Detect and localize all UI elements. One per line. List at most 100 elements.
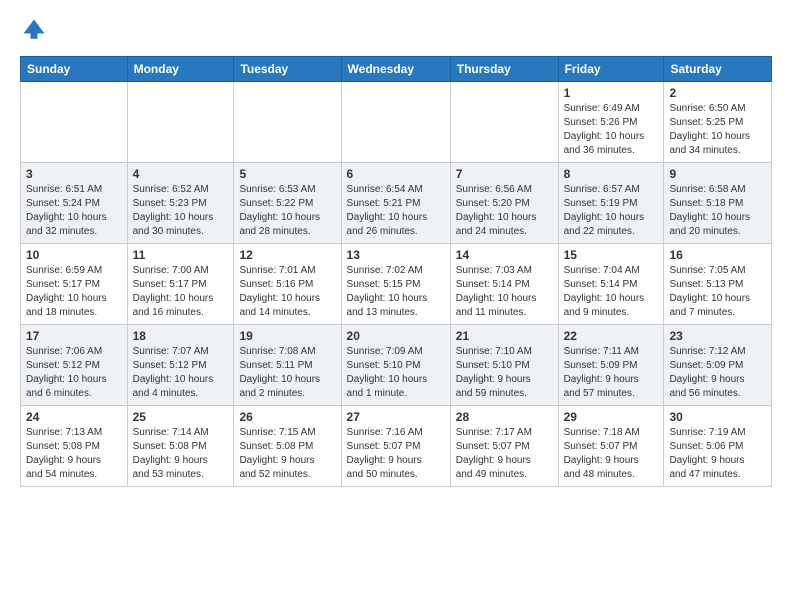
calendar-cell [234, 82, 341, 163]
calendar-cell: 25 Sunrise: 7:14 AM Sunset: 5:08 PM Dayli… [127, 406, 234, 487]
day-info: Sunrise: 7:08 AM Sunset: 5:11 PM Dayligh… [239, 345, 335, 401]
day-number: 22 [564, 329, 659, 343]
calendar-cell: 4 Sunrise: 6:52 AM Sunset: 5:23 PM Daylig… [127, 163, 234, 244]
day-info: Sunrise: 6:51 AM Sunset: 5:24 PM Dayligh… [26, 183, 122, 239]
day-number: 17 [26, 329, 122, 343]
calendar-cell: 16 Sunrise: 7:05 AM Sunset: 5:13 PM Dayli… [664, 244, 772, 325]
calendar-cell [341, 82, 450, 163]
logo [20, 16, 52, 44]
calendar-cell: 5 Sunrise: 6:53 AM Sunset: 5:22 PM Daylig… [234, 163, 341, 244]
calendar-cell: 3 Sunrise: 6:51 AM Sunset: 5:24 PM Daylig… [21, 163, 128, 244]
day-number: 25 [133, 410, 229, 424]
calendar-week-3: 17 Sunrise: 7:06 AM Sunset: 5:12 PM Dayli… [21, 325, 772, 406]
calendar-cell: 22Sunrise: 7:11 AM Sunset: 5:09 PM Dayli… [558, 325, 664, 406]
day-info: Sunrise: 7:12 AM Sunset: 5:09 PM Dayligh… [669, 345, 766, 401]
calendar-cell: 2 Sunrise: 6:50 AM Sunset: 5:25 PM Daylig… [664, 82, 772, 163]
day-info: Sunrise: 7:19 AM Sunset: 5:06 PM Dayligh… [669, 426, 766, 482]
calendar-cell: 14 Sunrise: 7:03 AM Sunset: 5:14 PM Dayli… [450, 244, 558, 325]
calendar-cell: 29 Sunrise: 7:18 AM Sunset: 5:07 PM Dayli… [558, 406, 664, 487]
day-info: Sunrise: 7:16 AM Sunset: 5:07 PM Dayligh… [347, 426, 445, 482]
day-number: 12 [239, 248, 335, 262]
day-number: 20 [347, 329, 445, 343]
day-number: 2 [669, 86, 766, 100]
calendar-cell: 28Sunrise: 7:17 AM Sunset: 5:07 PM Dayli… [450, 406, 558, 487]
day-number: 18 [133, 329, 229, 343]
col-header-thursday: Thursday [450, 57, 558, 82]
day-number: 9 [669, 167, 766, 181]
calendar-week-4: 24 Sunrise: 7:13 AM Sunset: 5:08 PM Dayli… [21, 406, 772, 487]
day-number: 13 [347, 248, 445, 262]
day-number: 19 [239, 329, 335, 343]
day-number: 26 [239, 410, 335, 424]
day-info: Sunrise: 6:53 AM Sunset: 5:22 PM Dayligh… [239, 183, 335, 239]
calendar-cell: 26 Sunrise: 7:15 AM Sunset: 5:08 PM Dayli… [234, 406, 341, 487]
calendar-week-0: 1 Sunrise: 6:49 AM Sunset: 5:26 PM Daylig… [21, 82, 772, 163]
calendar-cell: 30 Sunrise: 7:19 AM Sunset: 5:06 PM Dayli… [664, 406, 772, 487]
day-info: Sunrise: 7:03 AM Sunset: 5:14 PM Dayligh… [456, 264, 553, 320]
calendar-cell: 15Sunrise: 7:04 AM Sunset: 5:14 PM Dayli… [558, 244, 664, 325]
day-info: Sunrise: 7:02 AM Sunset: 5:15 PM Dayligh… [347, 264, 445, 320]
calendar-cell: 11Sunrise: 7:00 AM Sunset: 5:17 PM Dayli… [127, 244, 234, 325]
day-number: 29 [564, 410, 659, 424]
day-number: 15 [564, 248, 659, 262]
calendar-cell [21, 82, 128, 163]
day-info: Sunrise: 7:13 AM Sunset: 5:08 PM Dayligh… [26, 426, 122, 482]
day-info: Sunrise: 7:01 AM Sunset: 5:16 PM Dayligh… [239, 264, 335, 320]
day-number: 23 [669, 329, 766, 343]
calendar: SundayMondayTuesdayWednesdayThursdayFrid… [20, 56, 772, 487]
calendar-cell: 8 Sunrise: 6:57 AM Sunset: 5:19 PM Daylig… [558, 163, 664, 244]
day-info: Sunrise: 7:00 AM Sunset: 5:17 PM Dayligh… [133, 264, 229, 320]
page: SundayMondayTuesdayWednesdayThursdayFrid… [0, 0, 792, 503]
calendar-cell: 7 Sunrise: 6:56 AM Sunset: 5:20 PM Daylig… [450, 163, 558, 244]
logo-icon [20, 16, 48, 44]
day-info: Sunrise: 7:14 AM Sunset: 5:08 PM Dayligh… [133, 426, 229, 482]
day-info: Sunrise: 7:06 AM Sunset: 5:12 PM Dayligh… [26, 345, 122, 401]
calendar-cell: 18Sunrise: 7:07 AM Sunset: 5:12 PM Dayli… [127, 325, 234, 406]
calendar-week-1: 3 Sunrise: 6:51 AM Sunset: 5:24 PM Daylig… [21, 163, 772, 244]
day-info: Sunrise: 7:05 AM Sunset: 5:13 PM Dayligh… [669, 264, 766, 320]
col-header-tuesday: Tuesday [234, 57, 341, 82]
day-number: 7 [456, 167, 553, 181]
day-info: Sunrise: 6:56 AM Sunset: 5:20 PM Dayligh… [456, 183, 553, 239]
calendar-cell [450, 82, 558, 163]
day-number: 8 [564, 167, 659, 181]
day-number: 21 [456, 329, 553, 343]
calendar-cell: 13 Sunrise: 7:02 AM Sunset: 5:15 PM Dayli… [341, 244, 450, 325]
day-number: 14 [456, 248, 553, 262]
day-number: 1 [564, 86, 659, 100]
day-info: Sunrise: 6:59 AM Sunset: 5:17 PM Dayligh… [26, 264, 122, 320]
day-info: Sunrise: 6:52 AM Sunset: 5:23 PM Dayligh… [133, 183, 229, 239]
calendar-cell: 20 Sunrise: 7:09 AM Sunset: 5:10 PM Dayli… [341, 325, 450, 406]
day-number: 27 [347, 410, 445, 424]
calendar-header-row: SundayMondayTuesdayWednesdayThursdayFrid… [21, 57, 772, 82]
day-info: Sunrise: 6:54 AM Sunset: 5:21 PM Dayligh… [347, 183, 445, 239]
day-number: 30 [669, 410, 766, 424]
calendar-cell: 6 Sunrise: 6:54 AM Sunset: 5:21 PM Daylig… [341, 163, 450, 244]
day-info: Sunrise: 7:15 AM Sunset: 5:08 PM Dayligh… [239, 426, 335, 482]
day-info: Sunrise: 6:58 AM Sunset: 5:18 PM Dayligh… [669, 183, 766, 239]
calendar-cell: 17 Sunrise: 7:06 AM Sunset: 5:12 PM Dayli… [21, 325, 128, 406]
day-info: Sunrise: 7:18 AM Sunset: 5:07 PM Dayligh… [564, 426, 659, 482]
day-info: Sunrise: 7:09 AM Sunset: 5:10 PM Dayligh… [347, 345, 445, 401]
header [20, 16, 772, 44]
day-number: 3 [26, 167, 122, 181]
day-info: Sunrise: 6:57 AM Sunset: 5:19 PM Dayligh… [564, 183, 659, 239]
day-number: 28 [456, 410, 553, 424]
day-number: 24 [26, 410, 122, 424]
calendar-cell: 27 Sunrise: 7:16 AM Sunset: 5:07 PM Dayli… [341, 406, 450, 487]
col-header-sunday: Sunday [21, 57, 128, 82]
col-header-saturday: Saturday [664, 57, 772, 82]
calendar-week-2: 10Sunrise: 6:59 AM Sunset: 5:17 PM Dayli… [21, 244, 772, 325]
day-number: 4 [133, 167, 229, 181]
calendar-cell: 23 Sunrise: 7:12 AM Sunset: 5:09 PM Dayli… [664, 325, 772, 406]
calendar-cell: 1 Sunrise: 6:49 AM Sunset: 5:26 PM Daylig… [558, 82, 664, 163]
day-number: 6 [347, 167, 445, 181]
day-number: 5 [239, 167, 335, 181]
col-header-friday: Friday [558, 57, 664, 82]
calendar-cell: 24 Sunrise: 7:13 AM Sunset: 5:08 PM Dayli… [21, 406, 128, 487]
day-info: Sunrise: 6:49 AM Sunset: 5:26 PM Dayligh… [564, 102, 659, 158]
day-info: Sunrise: 7:10 AM Sunset: 5:10 PM Dayligh… [456, 345, 553, 401]
day-info: Sunrise: 6:50 AM Sunset: 5:25 PM Dayligh… [669, 102, 766, 158]
calendar-cell: 19 Sunrise: 7:08 AM Sunset: 5:11 PM Dayli… [234, 325, 341, 406]
day-number: 16 [669, 248, 766, 262]
